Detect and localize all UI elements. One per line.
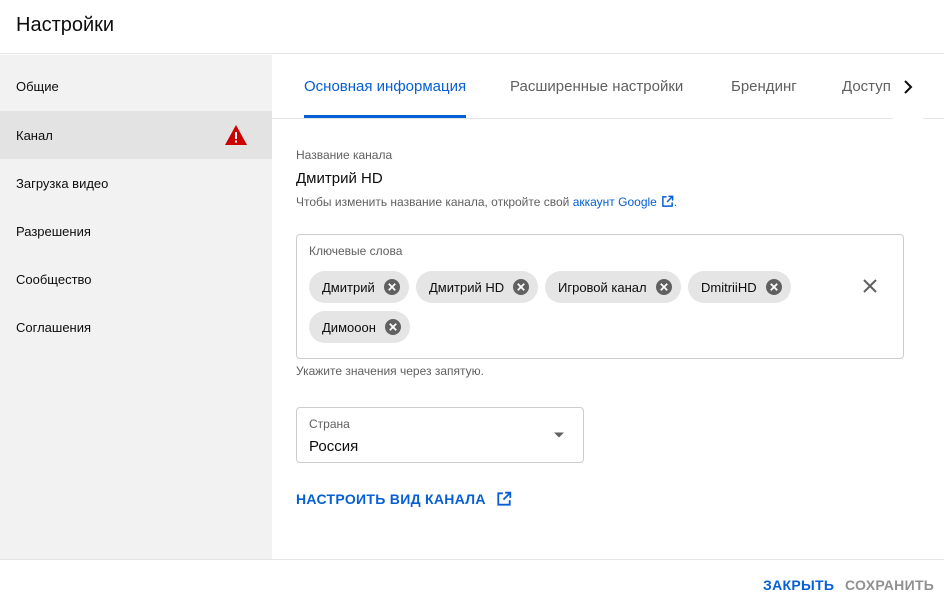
keywords-hint: Укажите значения через запятую. (296, 364, 484, 378)
tab-branding[interactable]: Брендинг (731, 55, 797, 118)
external-link-icon (661, 195, 674, 207)
sidebar-item-general[interactable]: Общие (0, 62, 272, 110)
settings-sidebar: Общие Канал Загрузка видео Разрешения Со… (0, 55, 272, 559)
remove-chip-icon[interactable] (512, 278, 530, 296)
channel-name-hint: Чтобы изменить название канала, откройте… (296, 195, 677, 209)
remove-chip-icon[interactable] (765, 278, 783, 296)
remove-chip-icon[interactable] (383, 278, 401, 296)
country-label: Страна (309, 417, 350, 431)
country-select[interactable]: Страна Россия (296, 407, 584, 463)
dialog-footer: ЗАКРЫТЬ СОХРАНИТЬ (0, 559, 944, 601)
keyword-chip-label: Дмитрий (322, 279, 375, 295)
dialog-header: Настройки (0, 0, 944, 54)
tab-label: Основная информация (304, 78, 467, 95)
keyword-chip-label: Димооон (322, 319, 376, 335)
tabs-scroll-right-button[interactable] (893, 55, 923, 119)
google-account-link[interactable]: аккаунт Google (573, 195, 674, 209)
dropdown-arrow-icon (554, 432, 564, 438)
external-link-icon (497, 491, 512, 506)
sidebar-item-upload-defaults[interactable]: Загрузка видео (0, 159, 272, 207)
tab-advanced-settings[interactable]: Расширенные настройки (510, 55, 683, 118)
tab-access[interactable]: Доступ (842, 55, 890, 118)
sidebar-item-label: Разрешения (16, 223, 91, 239)
sidebar-item-label: Соглашения (16, 319, 92, 335)
channel-name-label: Название канала (296, 148, 393, 162)
keyword-chip-label: Дмитрий HD (429, 279, 505, 295)
sidebar-item-label: Канал (16, 127, 53, 143)
tab-basic-info[interactable]: Основная информация (304, 55, 467, 118)
warning-icon (225, 125, 247, 145)
keyword-chip: DmitriiHD (688, 271, 791, 303)
sidebar-item-label: Загрузка видео (16, 175, 109, 191)
chevron-right-icon (904, 80, 913, 94)
customize-channel-label: НАСТРОИТЬ ВИД КАНАЛА (296, 491, 486, 507)
dialog-title: Настройки (16, 14, 115, 36)
tab-label: Брендинг (731, 78, 797, 95)
keyword-chip-label: DmitriiHD (701, 279, 757, 295)
link-label: аккаунт Google (572, 195, 657, 209)
sidebar-item-community[interactable]: Сообщество (0, 255, 272, 303)
customize-channel-link[interactable]: НАСТРОИТЬ ВИД КАНАЛА (296, 491, 512, 507)
keyword-chip: Дмитрий HD (416, 271, 539, 303)
sidebar-item-label: Общие (16, 78, 59, 94)
sidebar-item-label: Сообщество (16, 271, 92, 287)
sidebar-item-channel[interactable]: Канал (0, 111, 272, 159)
keyword-chip: Игровой канал (545, 271, 681, 303)
remove-chip-icon[interactable] (384, 318, 402, 336)
clear-keywords-icon[interactable] (859, 275, 881, 297)
remove-chip-icon[interactable] (655, 278, 673, 296)
save-button[interactable]: СОХРАНИТЬ (845, 577, 934, 593)
sidebar-item-agreements[interactable]: Соглашения (0, 303, 272, 351)
settings-tabs: Основная информация Расширенные настройк… (272, 55, 944, 119)
sidebar-item-permissions[interactable]: Разрешения (0, 207, 272, 255)
keyword-chip: Димооон (309, 311, 410, 343)
keyword-chip: Дмитрий (309, 271, 409, 303)
tab-label: Доступ (842, 78, 890, 95)
keyword-chip-label: Игровой канал (558, 279, 647, 295)
tab-label: Расширенные настройки (510, 78, 684, 95)
country-value: Россия (309, 438, 359, 455)
close-button[interactable]: ЗАКРЫТЬ (763, 577, 834, 593)
channel-name-value: Дмитрий HD (296, 170, 383, 187)
hint-text: Чтобы изменить название канала, откройте… (296, 195, 570, 209)
keywords-label: Ключевые слова (309, 244, 403, 258)
hint-suffix: . (673, 195, 678, 209)
keywords-field[interactable]: Ключевые слова Дмитрий Дмитрий HD Игрово… (296, 234, 904, 359)
